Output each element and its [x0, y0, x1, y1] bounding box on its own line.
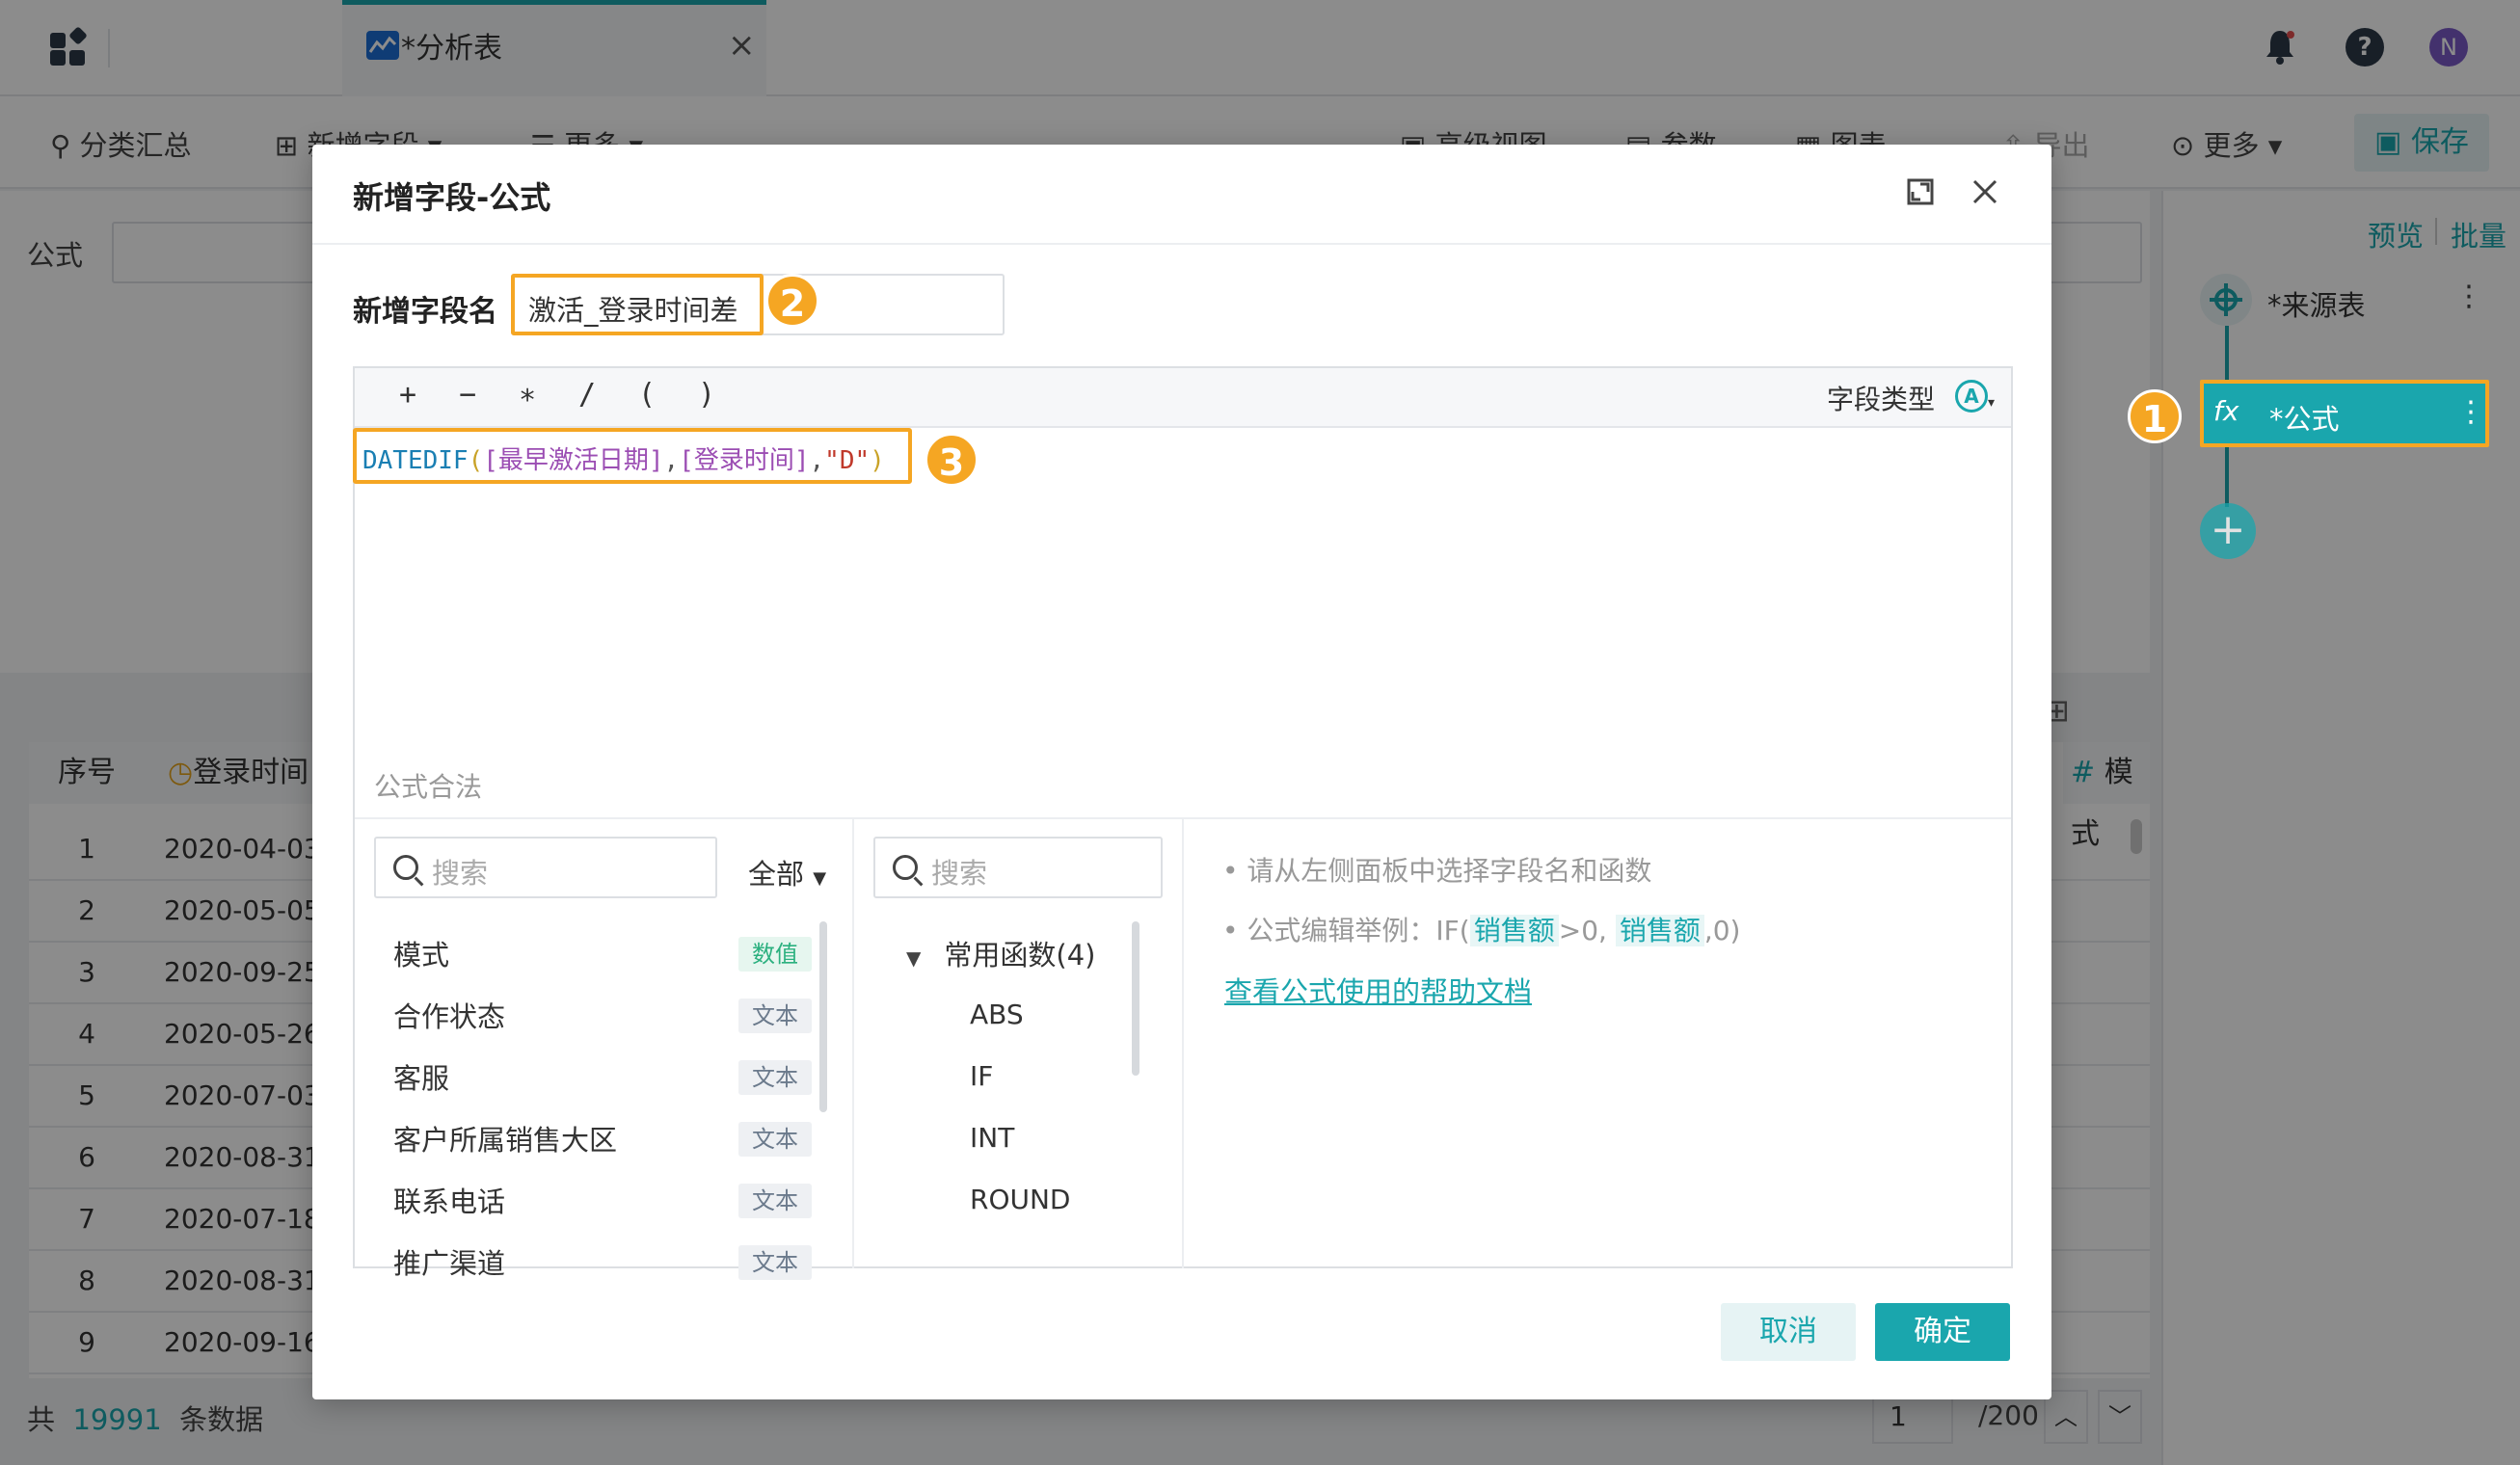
field-name: 推广渠道 [393, 1247, 506, 1280]
search-placeholder: 搜索 [931, 857, 988, 890]
hint-select: • 请从左侧面板中选择字段名和函数 [1222, 855, 1652, 887]
field-type-badge: 文本 [738, 1122, 812, 1157]
field-type-icon[interactable]: A [1955, 380, 1988, 413]
close-icon[interactable] [1970, 177, 1999, 213]
field-name: 客服 [393, 1062, 450, 1095]
cancel-button[interactable]: 取消 [1721, 1303, 1856, 1361]
operator-toolbar [355, 368, 2011, 428]
step-badge-2: 2 [765, 274, 819, 328]
node-formula[interactable]: fx *公式 ⋮ [2200, 380, 2489, 447]
function-item[interactable]: ROUND [970, 1184, 1071, 1215]
field-type-label: 字段类型 [1827, 384, 1936, 415]
caret-down-icon: ▼ [906, 946, 922, 970]
dialog-title: 新增字段-公式 [353, 179, 551, 216]
search-icon [893, 855, 918, 880]
caret-down-icon: ▼ [813, 868, 827, 889]
step-badge-1: 1 [2128, 389, 2182, 443]
divider [852, 819, 854, 1268]
field-type-badge: 文本 [738, 1245, 812, 1280]
confirm-button[interactable]: 确定 [1875, 1303, 2010, 1361]
fx-icon: fx [2213, 395, 2239, 427]
divider [312, 243, 2051, 245]
function-item[interactable]: IF [970, 1060, 993, 1092]
field-type-filter[interactable]: 全部 ▼ [748, 852, 826, 892]
add-node-button[interactable]: + [2200, 503, 2256, 559]
chevron-down-icon[interactable]: ▾ [1988, 395, 1995, 411]
field-name: 合作状态 [393, 1000, 506, 1033]
field-list-item[interactable]: 模式 数值 [374, 927, 818, 979]
function-group-common[interactable]: ▼ 常用函数(4) [906, 933, 1095, 973]
field-name: 客户所属销售大区 [393, 1124, 618, 1157]
operator-divide[interactable]: / [578, 378, 596, 412]
operator-multiply[interactable]: ∗ [519, 378, 536, 412]
formula-valid-status: 公式合法 [374, 771, 483, 803]
field-type-badge: 文本 [738, 1060, 812, 1095]
field-type-badge: 文本 [738, 1184, 812, 1218]
search-icon [393, 855, 418, 880]
hint-example: • 公式编辑举例：IF(销售额 >0, 销售额 ,0) [1222, 915, 1741, 946]
field-type-badge: 文本 [738, 999, 812, 1033]
field-name: 模式 [393, 939, 450, 972]
function-item[interactable]: ABS [970, 999, 1024, 1030]
field-list-item[interactable]: 客户所属销售大区 文本 [374, 1112, 818, 1164]
field-list-item[interactable]: 推广渠道 文本 [374, 1236, 818, 1282]
field-type-badge: 数值 [738, 937, 812, 972]
operator-open-paren[interactable]: ( [638, 378, 656, 412]
field-list-item[interactable]: 合作状态 文本 [374, 989, 818, 1041]
field-list-item[interactable]: 联系电话 文本 [374, 1174, 818, 1226]
operator-plus[interactable]: + [399, 378, 416, 412]
formula-code[interactable]: DATEDIF([最早激活日期],[登录时间],"D") [362, 440, 885, 476]
field-name-value[interactable]: 激活_登录时间差 [528, 288, 738, 329]
field-list-scrollbar[interactable] [819, 921, 827, 1112]
operator-minus[interactable]: − [459, 378, 476, 412]
field-search-input[interactable]: 搜索 [374, 837, 717, 898]
field-name: 联系电话 [393, 1185, 506, 1218]
operator-close-paren[interactable]: ) [698, 378, 715, 412]
field-name-label: 新增字段名 [353, 295, 497, 329]
more-vertical-icon[interactable]: ⋮ [2456, 395, 2485, 429]
divider [1182, 819, 1184, 1268]
search-placeholder: 搜索 [432, 857, 489, 890]
step-badge-3: 3 [925, 433, 979, 487]
function-item[interactable]: INT [970, 1122, 1014, 1154]
function-list-scrollbar[interactable] [1132, 921, 1139, 1076]
field-list-item[interactable]: 客服 文本 [374, 1051, 818, 1103]
help-doc-link[interactable]: 查看公式使用的帮助文档 [1224, 970, 1532, 1010]
node-label: *公式 [2269, 403, 2340, 436]
maximize-icon[interactable] [1906, 177, 1935, 213]
function-search-input[interactable]: 搜索 [873, 837, 1163, 898]
